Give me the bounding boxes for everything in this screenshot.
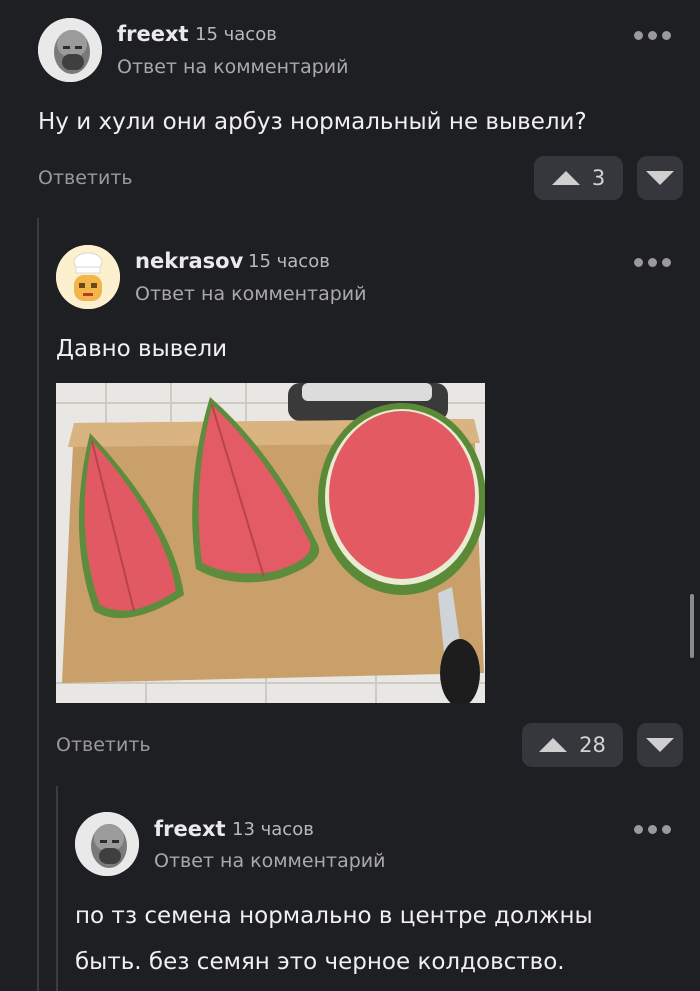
more-dots-icon[interactable] xyxy=(634,825,671,834)
comment-text-line-1: по тз семена нормально в центре должны xyxy=(75,903,593,929)
comment-freext-2: freext 13 часов Ответ на комментарий по … xyxy=(0,0,700,991)
avatar[interactable] xyxy=(75,812,139,876)
comment-time: 13 часов xyxy=(232,819,314,840)
comment-text-line-2: быть. без семян это черное колдовство. xyxy=(75,949,565,975)
author-name[interactable]: freext xyxy=(154,817,226,841)
reply-to-label[interactable]: Ответ на комментарий xyxy=(154,850,385,872)
